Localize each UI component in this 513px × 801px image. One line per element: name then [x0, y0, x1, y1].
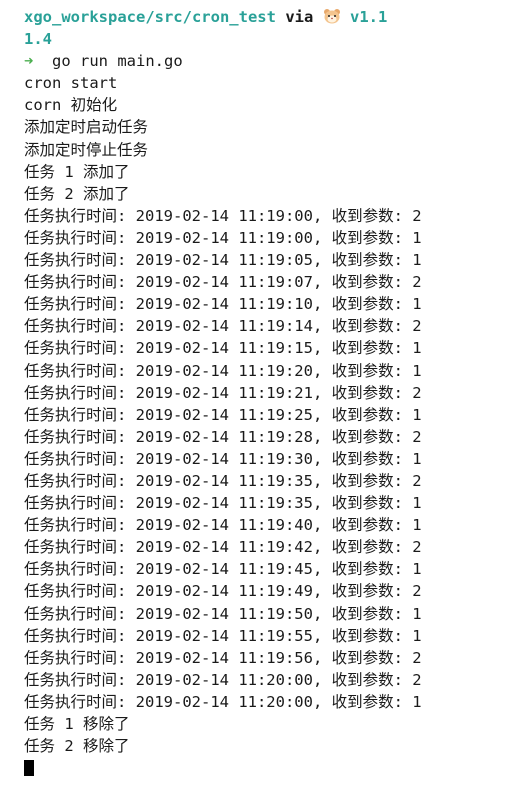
exec-log-line: 任务执行时间: 2019-02-14 11:20:00, 收到参数: 2: [24, 670, 422, 689]
exec-log-line: 任务执行时间: 2019-02-14 11:19:28, 收到参数: 2: [24, 427, 422, 446]
prompt-via: via: [285, 8, 314, 26]
exec-log-line: 任务执行时间: 2019-02-14 11:19:07, 收到参数: 2: [24, 273, 422, 292]
prompt-line: xgo_workspace/src/cron_test via v1.1: [24, 6, 513, 28]
terminal-output: cron start corn 初始化添加定时启动任务 添加定时停止任务 任务 1 添…: [24, 72, 513, 757]
output-line: 添加定时启动任务: [24, 118, 149, 137]
exec-log-line: 任务执行时间: 2019-02-14 11:19:49, 收到参数: 2: [24, 582, 422, 601]
prompt-version-wrap: 1.4: [24, 28, 513, 50]
output-line: 任务 2 移除了: [24, 737, 130, 756]
output-line: 任务 1 添加了: [24, 162, 130, 181]
exec-log-line: 任务执行时间: 2019-02-14 11:19:00, 收到参数: 2: [24, 206, 422, 225]
prompt-version-cont: 1.4: [24, 30, 52, 49]
output-line: 任务 2 添加了: [24, 184, 130, 203]
prompt-path: xgo_workspace/src/cron_test: [24, 8, 276, 26]
command-text: go run main.go: [52, 52, 183, 71]
exec-log-line: 任务执行时间: 2019-02-14 11:20:00, 收到参数: 1: [24, 692, 422, 711]
prompt-arrow-icon: ➜: [24, 52, 34, 71]
input-line[interactable]: [24, 757, 513, 779]
exec-log-line: 任务执行时间: 2019-02-14 11:19:40, 收到参数: 1: [24, 516, 422, 535]
exec-log-line: 任务执行时间: 2019-02-14 11:19:56, 收到参数: 2: [24, 648, 422, 667]
exec-log-line: 任务执行时间: 2019-02-14 11:19:30, 收到参数: 1: [24, 449, 422, 468]
exec-log-line: 任务执行时间: 2019-02-14 11:19:35, 收到参数: 1: [24, 494, 422, 513]
exec-log-line: 任务执行时间: 2019-02-14 11:19:14, 收到参数: 2: [24, 317, 422, 336]
exec-log-line: 任务执行时间: 2019-02-14 11:19:25, 收到参数: 1: [24, 405, 422, 424]
output-line: corn 初始化: [24, 96, 118, 115]
exec-log-line: 任务执行时间: 2019-02-14 11:19:55, 收到参数: 1: [24, 626, 422, 645]
hamster-icon: [323, 8, 341, 30]
output-line: 任务 1 移除了: [24, 715, 130, 733]
command-line: ➜ go run main.go: [24, 50, 513, 72]
exec-log-line: 任务执行时间: 2019-02-14 11:19:50, 收到参数: 1: [24, 604, 422, 623]
output-line: 添加定时停止任务: [24, 140, 149, 159]
output-line: cron start: [24, 74, 118, 93]
exec-log-line: 任务执行时间: 2019-02-14 11:19:35, 收到参数: 2: [24, 471, 422, 490]
exec-log-line: 任务执行时间: 2019-02-14 11:19:20, 收到参数: 1: [24, 361, 422, 380]
text-cursor: [24, 760, 34, 777]
exec-log-line: 任务执行时间: 2019-02-14 11:19:45, 收到参数: 1: [24, 560, 422, 579]
exec-log-line: 任务执行时间: 2019-02-14 11:19:10, 收到参数: 1: [24, 295, 422, 314]
exec-log-line: 任务执行时间: 2019-02-14 11:19:42, 收到参数: 2: [24, 538, 422, 557]
terminal-window[interactable]: xgo_workspace/src/cron_test via v1.1 1.4…: [0, 0, 513, 801]
exec-log-line: 任务执行时间: 2019-02-14 11:19:21, 收到参数: 2: [24, 383, 422, 402]
exec-log-line: 任务执行时间: 2019-02-14 11:19:00, 收到参数: 1: [24, 228, 422, 247]
exec-log-line: 任务执行时间: 2019-02-14 11:19:05, 收到参数: 1: [24, 251, 422, 270]
prompt-version: v1.1: [350, 8, 388, 26]
exec-log-line: 任务执行时间: 2019-02-14 11:19:15, 收到参数: 1: [24, 339, 422, 358]
